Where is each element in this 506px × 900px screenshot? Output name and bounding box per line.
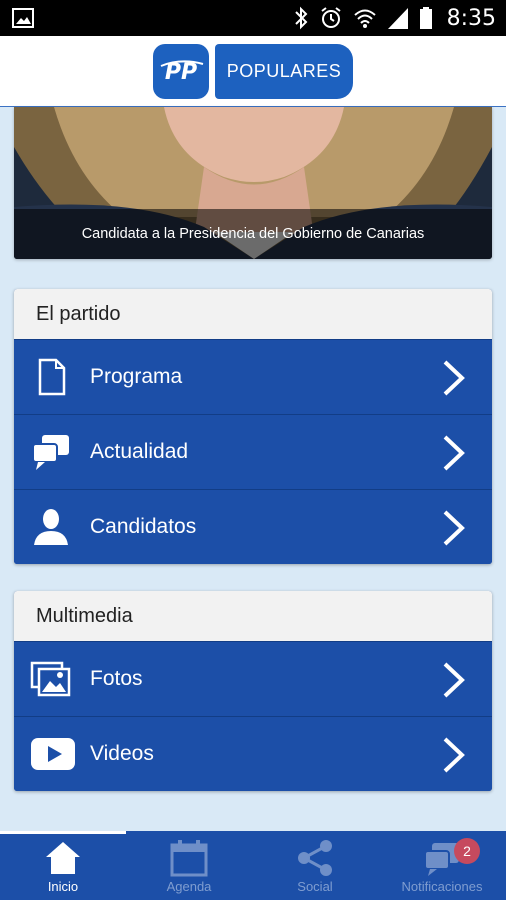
section-title: El partido xyxy=(14,289,492,339)
populares-logo-text: POPULARES xyxy=(215,44,353,99)
chevron-right-icon xyxy=(443,737,465,773)
battery-icon xyxy=(419,7,432,29)
nav-label: Social xyxy=(297,879,333,894)
hero-caption: Candidata a la Presidencia del Gobierno … xyxy=(14,209,492,259)
calendar-icon xyxy=(170,840,208,877)
document-icon xyxy=(38,358,66,396)
nav-label: Notificaciones xyxy=(401,879,483,894)
chevron-right-icon xyxy=(443,360,465,396)
menu-item-actualidad[interactable]: Actualidad xyxy=(14,414,492,489)
video-play-icon xyxy=(31,738,75,770)
nav-tab-social[interactable]: Social xyxy=(252,831,378,900)
menu-item-label: Actualidad xyxy=(90,440,189,463)
chevron-right-icon xyxy=(443,510,465,546)
wifi-icon xyxy=(353,9,376,28)
menu-item-fotos[interactable]: Fotos xyxy=(14,641,492,716)
menu-item-label: Fotos xyxy=(90,667,143,690)
menu-item-label: Candidatos xyxy=(90,515,197,538)
menu-item-programa[interactable]: Programa xyxy=(14,339,492,414)
app-header: PP POPULARES xyxy=(0,36,506,107)
signal-icon xyxy=(387,8,408,29)
menu-item-videos[interactable]: Videos xyxy=(14,716,492,791)
nav-tab-notificaciones[interactable]: Notificaciones xyxy=(378,831,506,900)
chevron-right-icon xyxy=(443,435,465,471)
nav-label: Agenda xyxy=(166,879,212,894)
alarm-icon xyxy=(320,7,341,28)
bottom-navigation: Inicio Agenda Social Notificaciones xyxy=(0,831,506,900)
pp-logo-mark: PP xyxy=(153,44,209,99)
home-icon xyxy=(46,842,80,874)
chat-bubbles-icon xyxy=(32,435,69,470)
nav-tab-agenda[interactable]: Agenda xyxy=(126,831,252,900)
nav-label: Inicio xyxy=(47,879,79,894)
share-icon xyxy=(298,840,332,876)
menu-item-label: Programa xyxy=(90,365,183,388)
bluetooth-icon xyxy=(294,6,308,30)
menu-item-label: Videos xyxy=(90,742,154,765)
section-title: Multimedia xyxy=(14,591,492,641)
chevron-right-icon xyxy=(443,662,465,698)
menu-item-candidatos[interactable]: Candidatos xyxy=(14,489,492,564)
person-icon xyxy=(34,509,68,545)
photos-icon xyxy=(30,661,71,697)
gallery-notification-icon xyxy=(12,8,34,28)
notification-count-badge: 2 xyxy=(454,838,480,864)
section-el-partido: El partido Programa Actualidad Candidato… xyxy=(14,289,492,564)
status-bar: 8:35 xyxy=(0,0,506,36)
nav-tab-inicio[interactable]: Inicio xyxy=(0,831,126,900)
candidate-hero-image[interactable]: Candidata a la Presidencia del Gobierno … xyxy=(14,107,492,259)
section-multimedia: Multimedia Fotos Videos xyxy=(14,591,492,791)
pp-logo-icon: PP xyxy=(160,60,204,85)
clock: 8:35 xyxy=(446,5,496,31)
